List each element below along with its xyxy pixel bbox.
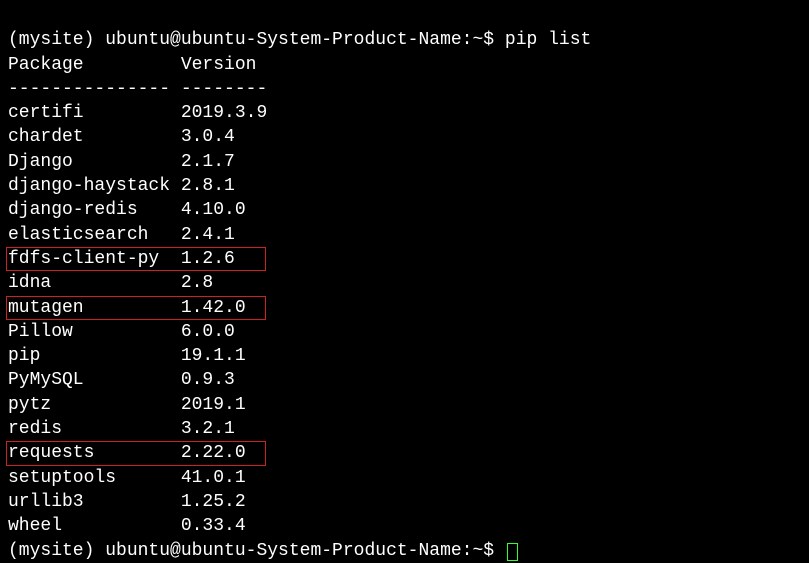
package-row: requests 2.22.0	[8, 441, 801, 465]
package-name: redis	[8, 419, 181, 439]
package-version: 1.2.6	[181, 249, 235, 269]
package-row: django-redis 4.10.0	[8, 198, 801, 222]
package-row: django-haystack 2.8.1	[8, 174, 801, 198]
package-version: 6.0.0	[181, 322, 235, 342]
package-name: elasticsearch	[8, 225, 181, 245]
package-row: idna 2.8	[8, 271, 801, 295]
package-row: fdfs-client-py 1.2.6	[8, 247, 801, 271]
package-name: Pillow	[8, 322, 181, 342]
package-name: urllib3	[8, 492, 181, 512]
package-name: django-redis	[8, 200, 181, 220]
package-name: wheel	[8, 516, 181, 536]
package-row: redis 3.2.1	[8, 417, 801, 441]
package-name: fdfs-client-py	[8, 249, 181, 269]
truncated-prev-line	[8, 4, 801, 28]
package-version: 2.8	[181, 273, 213, 293]
cursor	[507, 543, 518, 561]
package-name: django-haystack	[8, 176, 181, 196]
user-host-path: ubuntu@ubuntu-System-Product-Name:~$	[105, 541, 505, 561]
package-row: pytz 2019.1	[8, 393, 801, 417]
package-row: chardet 3.0.4	[8, 125, 801, 149]
package-row: certifi 2019.3.9	[8, 101, 801, 125]
prompt-line-1[interactable]: (mysite) ubuntu@ubuntu-System-Product-Na…	[8, 28, 801, 52]
package-version: 1.25.2	[181, 492, 246, 512]
table-header: Package Version	[8, 53, 801, 77]
package-version: 2.4.1	[181, 225, 235, 245]
package-name: requests	[8, 443, 181, 463]
package-name: certifi	[8, 103, 181, 123]
package-name: mutagen	[8, 298, 181, 318]
package-row: Django 2.1.7	[8, 150, 801, 174]
table-divider: --------------- --------	[8, 77, 801, 101]
package-row: Pillow 6.0.0	[8, 320, 801, 344]
package-name: PyMySQL	[8, 370, 181, 390]
package-version: 2019.3.9	[181, 103, 267, 123]
package-row: mutagen 1.42.0	[8, 296, 801, 320]
package-version: 2.8.1	[181, 176, 235, 196]
header-version: Version	[181, 55, 257, 75]
package-row: wheel 0.33.4	[8, 514, 801, 538]
package-name: setuptools	[8, 468, 181, 488]
package-name: pip	[8, 346, 181, 366]
package-version: 1.42.0	[181, 298, 246, 318]
package-version: 4.10.0	[181, 200, 246, 220]
package-version: 2.22.0	[181, 443, 246, 463]
venv-name: (mysite)	[8, 30, 105, 50]
header-package: Package	[8, 55, 181, 75]
package-name: idna	[8, 273, 181, 293]
package-row: PyMySQL 0.9.3	[8, 368, 801, 392]
package-version: 3.2.1	[181, 419, 235, 439]
package-version: 0.9.3	[181, 370, 235, 390]
package-version: 2.1.7	[181, 152, 235, 172]
package-name: pytz	[8, 395, 181, 415]
user-host-path: ubuntu@ubuntu-System-Product-Name:~$	[105, 30, 505, 50]
package-row: pip 19.1.1	[8, 344, 801, 368]
package-version: 19.1.1	[181, 346, 246, 366]
package-name: chardet	[8, 127, 181, 147]
package-row: setuptools 41.0.1	[8, 466, 801, 490]
package-row: elasticsearch 2.4.1	[8, 223, 801, 247]
package-version: 3.0.4	[181, 127, 235, 147]
prompt-line-2[interactable]: (mysite) ubuntu@ubuntu-System-Product-Na…	[8, 539, 801, 563]
venv-name: (mysite)	[8, 541, 105, 561]
divider-version: --------	[181, 79, 267, 99]
package-version: 41.0.1	[181, 468, 246, 488]
package-version: 2019.1	[181, 395, 246, 415]
divider-package: ---------------	[8, 79, 181, 99]
terminal-output: (mysite) ubuntu@ubuntu-System-Product-Na…	[8, 4, 801, 563]
package-row: urllib3 1.25.2	[8, 490, 801, 514]
package-name: Django	[8, 152, 181, 172]
package-version: 0.33.4	[181, 516, 246, 536]
command-text: pip list	[505, 30, 591, 50]
